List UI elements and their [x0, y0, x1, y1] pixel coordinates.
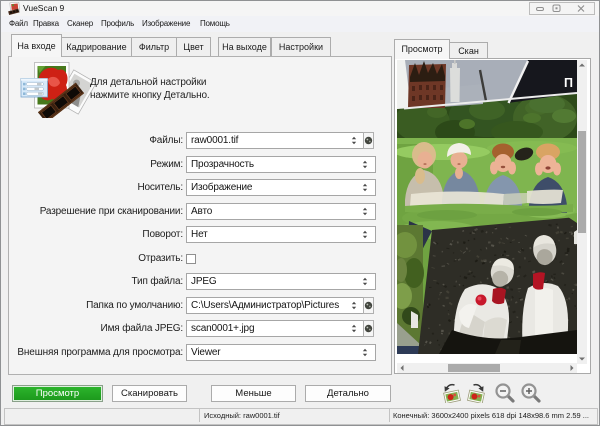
svg-text:П: П: [564, 76, 573, 90]
